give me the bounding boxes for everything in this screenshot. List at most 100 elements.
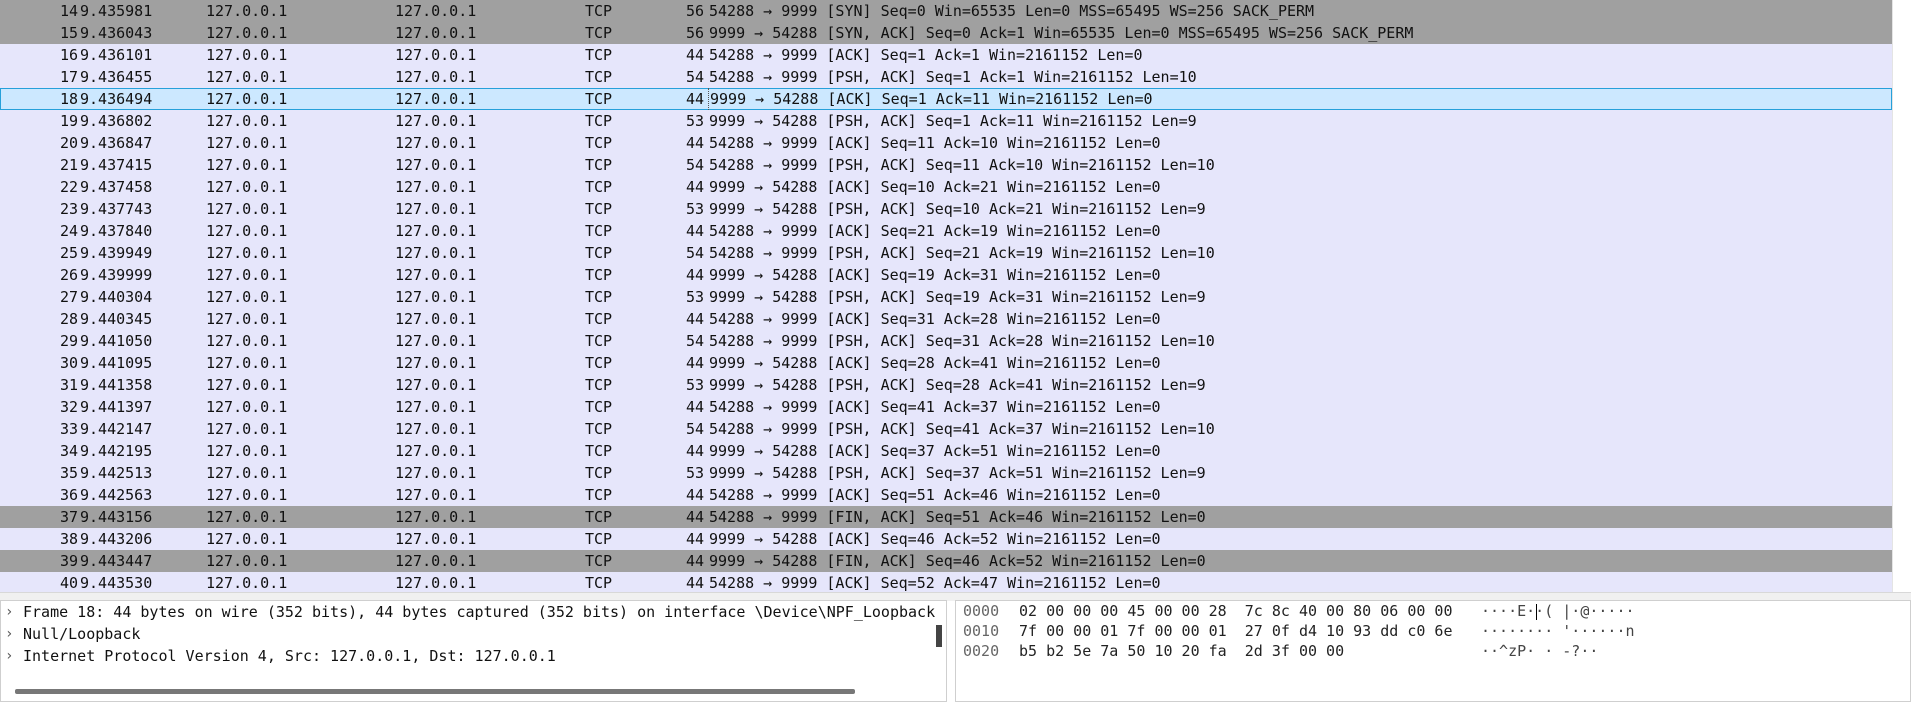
packet-row[interactable]: 33 9.442147 127.0.0.1 127.0.0.1 TCP 54 54288 →… (0, 418, 1892, 440)
packet-row[interactable]: 20 9.436847 127.0.0.1 127.0.0.1 TCP 44 54288 →… (0, 132, 1892, 154)
packet-row[interactable]: 17 9.436455 127.0.0.1 127.0.0.1 TCP 54 54288 →… (0, 66, 1892, 88)
packet-time: 9.440304 (80, 288, 153, 306)
ascii-bytes[interactable]: ····E··( |·@····· (1481, 601, 1635, 621)
packet-row[interactable]: 34 9.442195 127.0.0.1 127.0.0.1 TCP 44 9999 → … (0, 440, 1892, 462)
packet-row[interactable]: 23 9.437743 127.0.0.1 127.0.0.1 TCP 53 9999 → … (0, 198, 1892, 220)
hex-offset[interactable]: 0020 (963, 641, 999, 661)
packet-row[interactable]: 40 9.443530 127.0.0.1 127.0.0.1 TCP 44 54288 →… (0, 572, 1892, 592)
packet-row[interactable]: 14 9.435981 127.0.0.1 127.0.0.1 TCP 56 54288 →… (0, 0, 1892, 22)
packet-length: 44 (685, 90, 704, 108)
packet-details-pane[interactable]: › Frame 18: 44 bytes on wire (352 bits), … (0, 600, 947, 702)
packet-row[interactable]: 29 9.441050 127.0.0.1 127.0.0.1 TCP 54 54288 →… (0, 330, 1892, 352)
packet-info: 9999 → 54288 [PSH, ACK] Seq=1 Ack=11 Win… (709, 112, 1197, 130)
packet-time: 9.436455 (80, 68, 153, 86)
packet-time: 9.442195 (80, 442, 153, 460)
packet-list[interactable]: 14 9.435981 127.0.0.1 127.0.0.1 TCP 56 54288 →… (0, 0, 1892, 592)
packet-protocol: TCP (585, 398, 613, 416)
packet-length: 44 (685, 508, 704, 526)
packet-row[interactable]: 26 9.439999 127.0.0.1 127.0.0.1 TCP 44 9999 → … (0, 264, 1892, 286)
detail-tree-item[interactable]: › Null/Loopback (1, 623, 946, 645)
packet-destination: 127.0.0.1 (395, 574, 477, 592)
chevron-right-icon[interactable]: › (5, 623, 13, 645)
packet-row[interactable]: 30 9.441095 127.0.0.1 127.0.0.1 TCP 44 9999 → … (0, 352, 1892, 374)
ascii-bytes[interactable]: ··^zP· · -?·· (1481, 641, 1598, 661)
packet-time: 9.441095 (80, 354, 153, 372)
packet-destination: 127.0.0.1 (395, 134, 477, 152)
hex-row: 0010 7f 00 00 01 7f 00 00 01 27 0f d4 10 … (956, 621, 1910, 641)
packet-info: 54288 → 9999 [ACK] Seq=31 Ack=28 Win=216… (709, 310, 1161, 328)
packet-row[interactable]: 39 9.443447 127.0.0.1 127.0.0.1 TCP 44 9999 → … (0, 550, 1892, 572)
packet-row[interactable]: 15 9.436043 127.0.0.1 127.0.0.1 TCP 56 9999 → … (0, 22, 1892, 44)
hex-offset[interactable]: 0000 (963, 601, 999, 621)
hex-bytes[interactable]: 02 00 00 00 45 00 00 28 7c 8c 40 00 80 0… (1019, 601, 1452, 621)
packet-length: 44 (685, 178, 704, 196)
details-scrollbar-thumb[interactable] (936, 625, 942, 647)
packet-source: 127.0.0.1 (206, 244, 288, 262)
packet-length: 44 (685, 266, 704, 284)
packet-length: 54 (685, 420, 704, 438)
packet-number: 16 (59, 46, 78, 64)
packet-row[interactable]: 31 9.441358 127.0.0.1 127.0.0.1 TCP 53 9999 → … (0, 374, 1892, 396)
details-horizontal-scrollbar[interactable] (15, 689, 855, 694)
packet-number: 30 (59, 354, 78, 372)
packet-row[interactable]: 28 9.440345 127.0.0.1 127.0.0.1 TCP 44 54288 →… (0, 308, 1892, 330)
packet-protocol: TCP (585, 574, 613, 592)
packet-row[interactable]: 16 9.436101 127.0.0.1 127.0.0.1 TCP 44 54288 →… (0, 44, 1892, 66)
packet-number: 37 (59, 508, 78, 526)
hex-bytes[interactable]: 7f 00 00 01 7f 00 00 01 27 0f d4 10 93 d… (1019, 621, 1452, 641)
packet-row[interactable]: 25 9.439949 127.0.0.1 127.0.0.1 TCP 54 54288 →… (0, 242, 1892, 264)
packet-row[interactable]: 21 9.437415 127.0.0.1 127.0.0.1 TCP 54 54288 →… (0, 154, 1892, 176)
packet-protocol: TCP (585, 508, 613, 526)
packet-row[interactable]: 32 9.441397 127.0.0.1 127.0.0.1 TCP 44 54288 →… (0, 396, 1892, 418)
hex-bytes[interactable]: b5 b2 5e 7a 50 10 20 fa 2d 3f 00 00 (1019, 641, 1344, 661)
packet-row[interactable]: 35 9.442513 127.0.0.1 127.0.0.1 TCP 53 9999 → … (0, 462, 1892, 484)
packet-number: 26 (59, 266, 78, 284)
packet-source: 127.0.0.1 (206, 134, 288, 152)
packet-length: 44 (685, 134, 704, 152)
packet-number: 34 (59, 442, 78, 460)
packet-time: 9.443206 (80, 530, 153, 548)
packet-destination: 127.0.0.1 (395, 464, 477, 482)
packet-length: 53 (685, 464, 704, 482)
packet-protocol: TCP (585, 46, 613, 64)
packet-source: 127.0.0.1 (206, 200, 288, 218)
detail-tree-item[interactable]: › Frame 18: 44 bytes on wire (352 bits), … (1, 601, 946, 623)
packet-length: 56 (685, 2, 704, 20)
packet-protocol: TCP (585, 376, 613, 394)
packet-time: 9.442563 (80, 486, 153, 504)
packet-protocol: TCP (585, 134, 613, 152)
packet-row-selected[interactable]: 18 9.436494 127.0.0.1 127.0.0.1 TCP 44 9999 → … (0, 88, 1892, 110)
hex-offset[interactable]: 0010 (963, 621, 999, 641)
packet-time: 9.442513 (80, 464, 153, 482)
packet-info: 9999 → 54288 [FIN, ACK] Seq=46 Ack=52 Wi… (709, 552, 1206, 570)
packet-info: 9999 → 54288 [PSH, ACK] Seq=37 Ack=51 Wi… (709, 464, 1206, 482)
packet-number: 19 (59, 112, 78, 130)
packet-number: 14 (59, 2, 78, 20)
packet-row[interactable]: 36 9.442563 127.0.0.1 127.0.0.1 TCP 44 54288 →… (0, 484, 1892, 506)
packet-destination: 127.0.0.1 (395, 222, 477, 240)
packet-row[interactable]: 38 9.443206 127.0.0.1 127.0.0.1 TCP 44 9999 → … (0, 528, 1892, 550)
ascii-bytes[interactable]: ········ '······n (1481, 621, 1635, 641)
chevron-right-icon[interactable]: › (5, 601, 13, 623)
chevron-right-icon[interactable]: › (5, 645, 13, 667)
packet-time: 9.441358 (80, 376, 153, 394)
packet-protocol: TCP (585, 288, 613, 306)
packet-info: 9999 → 54288 [ACK] Seq=19 Ack=31 Win=216… (709, 266, 1161, 284)
packet-row[interactable]: 24 9.437840 127.0.0.1 127.0.0.1 TCP 44 54288 →… (0, 220, 1892, 242)
packet-time: 9.437415 (80, 156, 153, 174)
packet-source: 127.0.0.1 (206, 156, 288, 174)
packet-row[interactable]: 22 9.437458 127.0.0.1 127.0.0.1 TCP 44 9999 → … (0, 176, 1892, 198)
packet-length: 53 (685, 112, 704, 130)
packet-protocol: TCP (585, 332, 613, 350)
packet-bytes-pane[interactable]: 0000 02 00 00 00 45 00 00 28 7c 8c 40 00 … (955, 600, 1911, 702)
packet-list-scrollbar[interactable] (1892, 0, 1911, 592)
detail-tree-item[interactable]: › Internet Protocol Version 4, Src: 127.0… (1, 645, 946, 667)
packet-row[interactable]: 37 9.443156 127.0.0.1 127.0.0.1 TCP 44 54288 →… (0, 506, 1892, 528)
packet-destination: 127.0.0.1 (395, 266, 477, 284)
packet-row[interactable]: 19 9.436802 127.0.0.1 127.0.0.1 TCP 53 9999 → … (0, 110, 1892, 132)
packet-destination: 127.0.0.1 (395, 2, 477, 20)
packet-destination: 127.0.0.1 (395, 420, 477, 438)
packet-protocol: TCP (585, 24, 613, 42)
packet-row[interactable]: 27 9.440304 127.0.0.1 127.0.0.1 TCP 53 9999 → … (0, 286, 1892, 308)
packet-time: 9.436802 (80, 112, 153, 130)
